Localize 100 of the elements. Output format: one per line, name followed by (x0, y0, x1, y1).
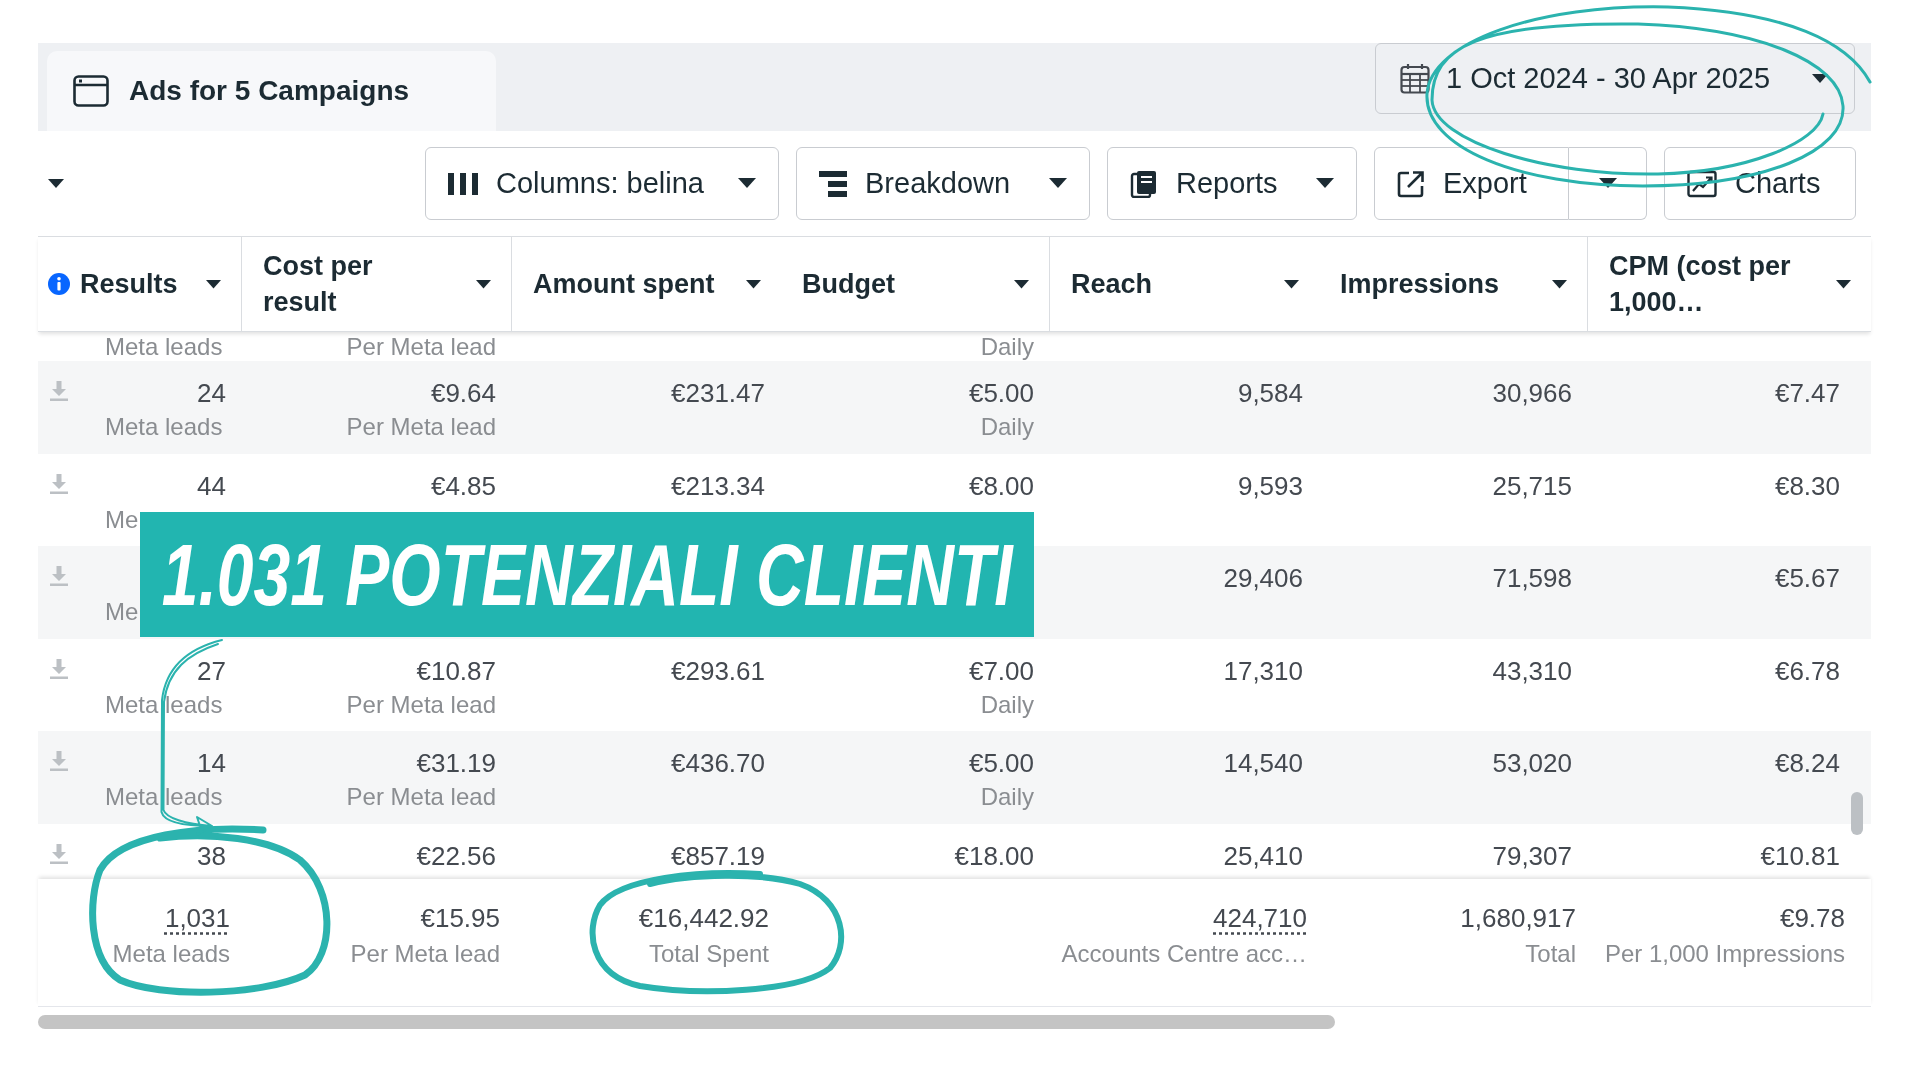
cell-value: €31.19 (416, 747, 496, 779)
reports-button[interactable]: Reports (1107, 147, 1357, 220)
export-menu-button[interactable] (1569, 147, 1647, 220)
column-header[interactable]: Reach (1050, 237, 1319, 331)
tab[interactable]: Ads for 5 Campaigns (47, 51, 496, 131)
cell-value: €22.56 (416, 839, 496, 872)
cell-caption: Per Meta lead (346, 689, 496, 720)
cell-caption: Me (105, 504, 139, 535)
cell-value: €7.00 (968, 654, 1034, 687)
cell-caption: Daily (980, 332, 1034, 361)
cell-value: 79,307 (1492, 839, 1572, 872)
cell-caption: Per Meta lead (346, 332, 496, 361)
breakdown-button[interactable]: Breakdown (796, 147, 1090, 220)
total-caption: Total (1525, 939, 1576, 969)
columns-button[interactable]: Columns: belina (425, 147, 779, 220)
column-bars-icon (448, 171, 478, 196)
caret-icon (1836, 279, 1851, 289)
vertical-scrollbar[interactable] (1851, 792, 1863, 835)
stacked-bars-icon (819, 170, 847, 197)
cell-value: €5.00 (968, 377, 1034, 409)
cell-caption: Daily (980, 412, 1034, 442)
cell-value: 27 (197, 654, 226, 687)
cell-value: €5.00 (968, 747, 1034, 779)
column-header[interactable]: Amount spent (512, 237, 781, 331)
total-caption: Meta leads (112, 939, 230, 969)
download-icon[interactable] (50, 843, 68, 864)
cell-value: 29,406 (1223, 562, 1303, 594)
box-arrow-icon (1397, 169, 1425, 198)
cell-caption: Daily (980, 689, 1034, 720)
column-header[interactable]: Results (38, 237, 242, 331)
cell-value: €213.34 (671, 469, 765, 502)
book-icon (1130, 169, 1158, 198)
charts-button[interactable]: Charts (1664, 147, 1856, 220)
total-value: €15.95 (420, 902, 500, 935)
cell-caption: Meta leads (105, 689, 223, 720)
cell-value: €231.47 (671, 377, 765, 409)
cell-value: 24 (197, 377, 226, 409)
cell-value: €18.00 (954, 839, 1034, 872)
caret-icon (738, 178, 756, 189)
caret-icon (1598, 178, 1617, 189)
cell-caption: Daily (980, 782, 1034, 812)
info-icon (48, 273, 70, 295)
cell-value: 43,310 (1492, 654, 1572, 687)
caret-icon (1552, 279, 1567, 289)
export-button[interactable]: Export (1374, 147, 1569, 220)
cell-value: 9,593 (1237, 469, 1303, 502)
cell-value: €436.70 (671, 747, 765, 779)
total-value: €16,442.92 (638, 902, 769, 935)
text-banner: 1.031 POTENZIALI CLIENTI (140, 512, 1034, 637)
caret-icon[interactable] (48, 178, 64, 189)
caret-icon (1284, 279, 1299, 289)
cell-value: 14,540 (1223, 747, 1303, 779)
cell-value: €4.85 (430, 469, 496, 502)
caret-icon (1049, 178, 1067, 189)
total-value: 424,710 (1213, 902, 1307, 935)
window-icon (73, 75, 109, 107)
cell-value: €10.81 (1760, 839, 1840, 872)
total-caption: Total Spent (648, 939, 769, 969)
date-range-button[interactable]: 1 Oct 2024 - 30 Apr 2025 (1375, 43, 1855, 114)
cell-value: 38 (197, 839, 226, 872)
caret-icon (1014, 279, 1029, 289)
cell-caption: Me (105, 597, 139, 627)
cell-value: €8.24 (1774, 747, 1840, 779)
cell-value: 17,310 (1223, 654, 1303, 687)
cell-value: €293.61 (671, 654, 765, 687)
cell-value: €8.30 (1774, 469, 1840, 502)
horizontal-scrollbar[interactable] (38, 1015, 1335, 1029)
cell-value: €5.67 (1774, 562, 1840, 594)
cell-value: 25,715 (1492, 469, 1572, 502)
download-icon[interactable] (50, 751, 68, 771)
cell-value: €9.64 (430, 377, 496, 409)
column-header[interactable]: Cost per result (242, 237, 512, 331)
cell-caption: Meta leads (105, 782, 223, 812)
download-icon[interactable] (50, 473, 68, 494)
caret-icon (1812, 73, 1828, 84)
cell-value: 53,020 (1492, 747, 1572, 779)
cell-value: 44 (197, 469, 226, 502)
cell-value: 14 (197, 747, 226, 779)
total-caption: Per Meta lead (350, 939, 500, 969)
cell-value: 9,584 (1237, 377, 1303, 409)
download-icon[interactable] (50, 566, 68, 586)
cell-caption: Per Meta lead (346, 412, 496, 442)
total-caption: Accounts Centre acc… (1061, 939, 1307, 969)
cell-value: €10.87 (416, 654, 496, 687)
download-icon[interactable] (50, 658, 68, 679)
total-value: 1,680,917 (1460, 902, 1576, 935)
cell-value: €6.78 (1774, 654, 1840, 687)
column-header[interactable]: CPM (cost per 1,000… (1588, 237, 1871, 331)
cell-value: €8.00 (968, 469, 1034, 502)
column-header[interactable]: Budget (781, 237, 1050, 331)
column-header[interactable]: Impressions (1319, 237, 1588, 331)
cell-caption: Meta leads (105, 332, 223, 361)
cell-caption: Per Meta lead (346, 782, 496, 812)
cell-value: 71,598 (1492, 562, 1572, 594)
caret-icon (206, 279, 221, 289)
download-icon[interactable] (50, 381, 68, 401)
caret-icon (746, 279, 761, 289)
total-value: 1,031 (164, 902, 230, 935)
total-value: €9.78 (1779, 902, 1845, 935)
caret-icon (1316, 178, 1334, 189)
